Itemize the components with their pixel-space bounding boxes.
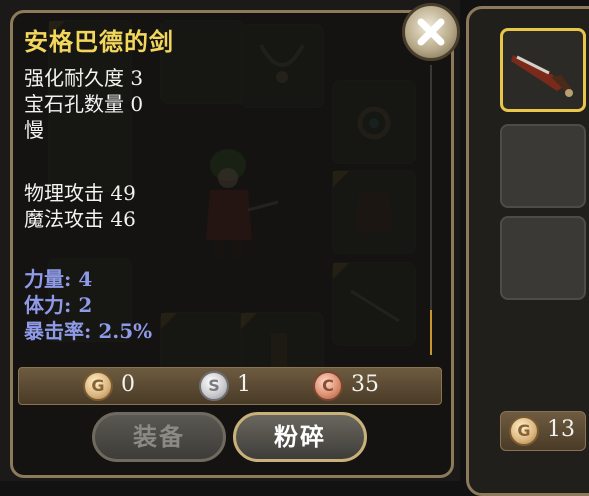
bonus-strength: 力量: 4: [24, 267, 93, 291]
magic-attack: 魔法攻击 46: [24, 207, 136, 231]
physical-attack: 物理攻击 49: [24, 181, 136, 205]
price-copper: 35: [351, 372, 379, 397]
price-silver: 1: [237, 372, 251, 397]
gold-balance-value: 13: [547, 417, 575, 442]
bonus-crit-rate: 暴击率: 2.5%: [24, 319, 153, 343]
empty-slot[interactable]: [500, 124, 586, 208]
gold-balance: G 13: [500, 411, 586, 451]
copper-coin-icon: C: [313, 371, 343, 401]
item-stat-line: 慢: [24, 118, 44, 142]
tooltip-scrollbar[interactable]: [430, 65, 432, 355]
price-bar: G 0 S 1 C 35: [18, 367, 442, 405]
sword-icon: [511, 55, 573, 97]
price-gold: 0: [121, 372, 135, 397]
close-button[interactable]: [402, 3, 460, 61]
scrollbar-thumb[interactable]: [430, 310, 432, 355]
bonus-stamina: 体力: 2: [24, 293, 93, 317]
gold-coin-icon: G: [83, 371, 113, 401]
gold-coin-icon: G: [509, 416, 539, 446]
empty-slot[interactable]: [500, 216, 586, 300]
smash-button[interactable]: 粉碎: [233, 412, 367, 462]
item-stat-line: 宝石孔数量 0: [24, 92, 144, 116]
item-name: 安格巴德的剑: [24, 27, 174, 56]
equip-button[interactable]: 装备: [92, 412, 226, 462]
silver-coin-icon: S: [199, 371, 229, 401]
close-icon: [417, 18, 445, 46]
item-stat-line: 强化耐久度 3: [24, 66, 144, 90]
equipped-item-slot[interactable]: [500, 28, 586, 112]
